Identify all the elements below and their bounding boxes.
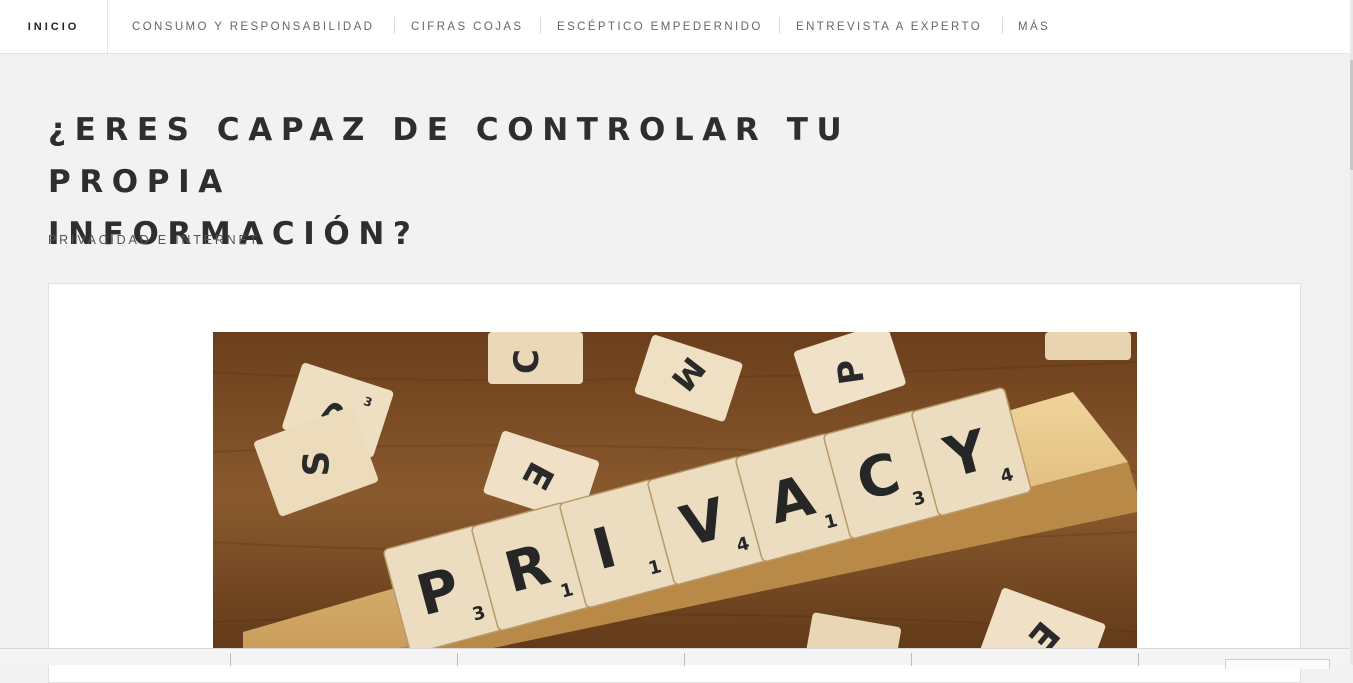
bottom-toolbar: [0, 648, 1350, 669]
svg-text:C: C: [507, 349, 547, 374]
nav-divider: [394, 17, 395, 34]
toolbar-divider: [457, 653, 458, 666]
svg-text:S: S: [297, 451, 338, 477]
nav-item-esceptico[interactable]: ESCÉPTICO EMPEDERNIDO: [557, 0, 763, 53]
nav-home-link[interactable]: INICIO: [0, 0, 108, 53]
toolbar-divider: [684, 653, 685, 666]
nav-divider: [540, 17, 541, 34]
hero-image: C M P3 P S E E P3R1I1V4A1C3Y4: [213, 332, 1137, 665]
toolbar-divider: [230, 653, 231, 666]
nav-divider: [779, 17, 780, 34]
toolbar-button[interactable]: [1225, 659, 1330, 669]
article-title-line-1: ¿ERES CAPAZ DE CONTROLAR TU PROPIA: [48, 112, 851, 200]
nav-divider: [1002, 17, 1003, 34]
article-subtitle: PRIVACIDAD E INTERNET: [48, 233, 261, 247]
nav-item-consumo[interactable]: CONSUMO Y RESPONSABILIDAD: [132, 0, 374, 53]
nav-item-entrevista[interactable]: ENTREVISTA A EXPERTO: [796, 0, 982, 53]
top-navigation: INICIO CONSUMO Y RESPONSABILIDAD CIFRAS …: [0, 0, 1350, 54]
nav-item-mas[interactable]: MÁS: [1018, 0, 1050, 53]
nav-item-cifras-cojas[interactable]: CIFRAS COJAS: [411, 0, 524, 53]
toolbar-divider: [911, 653, 912, 666]
scrabble-privacy-image: C M P3 P S E E P3R1I1V4A1C3Y4: [213, 332, 1137, 665]
toolbar-divider: [1138, 653, 1139, 666]
